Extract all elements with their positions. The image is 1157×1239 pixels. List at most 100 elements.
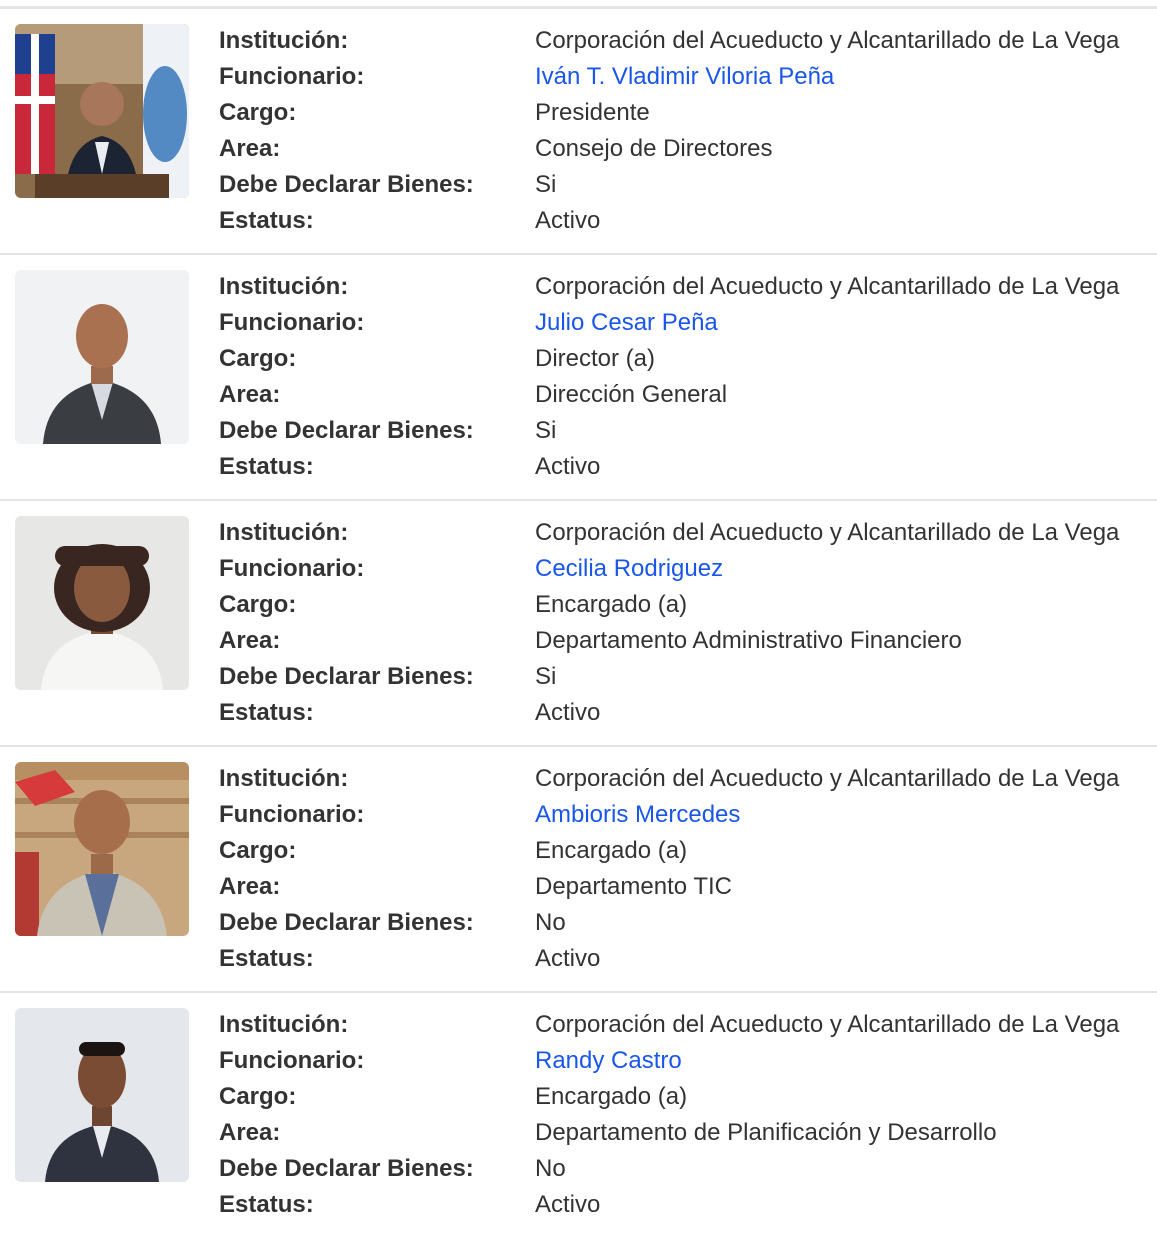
funcionario-link[interactable]: Julio Cesar Peña [535,305,718,341]
area-row: Area: Departamento TIC [219,869,1149,905]
institucion-row: Institución: Corporación del Acueducto y… [219,761,1149,797]
debe-declarar-label: Debe Declarar Bienes: [219,171,474,198]
cargo-row: Cargo: Encargado (a) [219,587,1149,623]
funcionario-label: Funcionario: [219,801,365,828]
estatus-row: Estatus: Activo [219,449,1149,485]
estatus-label: Estatus: [219,207,314,234]
funcionario-row: Funcionario: Iván T. Vladimir Viloria Pe… [219,59,1149,95]
official-photo [15,1008,189,1182]
official-record: Institución: Corporación del Acueducto y… [0,9,1157,255]
debe-declarar-label: Debe Declarar Bienes: [219,663,474,690]
cargo-value: Director (a) [535,345,656,372]
funcionario-link[interactable]: Ambioris Mercedes [535,797,740,833]
debe-declarar-row: Debe Declarar Bienes: Si [219,413,1149,449]
official-photo [15,762,189,936]
debe-declarar-label: Debe Declarar Bienes: [219,1155,474,1182]
institucion-row: Institución: Corporación del Acueducto y… [219,1007,1149,1043]
area-label: Area: [219,381,281,408]
estatus-value: Activo [535,1191,601,1218]
institucion-value: Corporación del Acueducto y Alcantarilla… [535,765,1120,792]
institucion-label: Institución: [219,765,349,792]
cargo-label: Cargo: [219,99,297,126]
funcionario-label: Funcionario: [219,555,365,582]
estatus-row: Estatus: Activo [219,203,1149,239]
area-row: Area: Departamento Administrativo Financ… [219,623,1149,659]
estatus-label: Estatus: [219,1191,314,1218]
debe-declarar-row: Debe Declarar Bienes: No [219,1151,1149,1187]
official-details: Institución: Corporación del Acueducto y… [219,23,1149,239]
institucion-row: Institución: Corporación del Acueducto y… [219,515,1149,551]
cargo-row: Cargo: Encargado (a) [219,833,1149,869]
official-details: Institución: Corporación del Acueducto y… [219,1007,1149,1223]
official-details: Institución: Corporación del Acueducto y… [219,515,1149,731]
estatus-value: Activo [535,207,601,234]
institucion-row: Institución: Corporación del Acueducto y… [219,23,1149,59]
estatus-value: Activo [535,699,601,726]
funcionario-row: Funcionario: Ambioris Mercedes [219,797,1149,833]
estatus-label: Estatus: [219,699,314,726]
area-value: Consejo de Directores [535,135,773,162]
funcionario-link[interactable]: Randy Castro [535,1043,682,1079]
funcionario-label: Funcionario: [219,63,365,90]
debe-declarar-row: Debe Declarar Bienes: No [219,905,1149,941]
institucion-value: Corporación del Acueducto y Alcantarilla… [535,27,1120,54]
official-record: Institución: Corporación del Acueducto y… [0,993,1157,1239]
area-row: Area: Dirección General [219,377,1149,413]
debe-declarar-value: Si [535,171,557,198]
cargo-value: Encargado (a) [535,591,688,618]
officials-list: Institución: Corporación del Acueducto y… [0,9,1157,1239]
funcionario-label: Funcionario: [219,309,365,336]
area-value: Departamento Administrativo Financiero [535,627,962,654]
institucion-label: Institución: [219,27,349,54]
official-photo [15,24,189,198]
institucion-row: Institución: Corporación del Acueducto y… [219,269,1149,305]
estatus-label: Estatus: [219,453,314,480]
debe-declarar-row: Debe Declarar Bienes: Si [219,659,1149,695]
debe-declarar-value: No [535,1155,566,1182]
debe-declarar-value: No [535,909,566,936]
debe-declarar-value: Si [535,663,557,690]
cargo-label: Cargo: [219,837,297,864]
official-details: Institución: Corporación del Acueducto y… [219,761,1149,977]
area-label: Area: [219,873,281,900]
area-value: Dirección General [535,381,728,408]
area-label: Area: [219,1119,281,1146]
funcionario-link[interactable]: Iván T. Vladimir Viloria Peña [535,59,834,95]
cargo-value: Encargado (a) [535,1083,688,1110]
estatus-row: Estatus: Activo [219,695,1149,731]
cargo-value: Encargado (a) [535,837,688,864]
official-details: Institución: Corporación del Acueducto y… [219,269,1149,485]
debe-declarar-value: Si [535,417,557,444]
area-value: Departamento de Planificación y Desarrol… [535,1119,997,1146]
area-label: Area: [219,135,281,162]
estatus-row: Estatus: Activo [219,1187,1149,1223]
funcionario-label: Funcionario: [219,1047,365,1074]
cargo-row: Cargo: Presidente [219,95,1149,131]
funcionario-row: Funcionario: Randy Castro [219,1043,1149,1079]
cargo-row: Cargo: Encargado (a) [219,1079,1149,1115]
cargo-value: Presidente [535,99,650,126]
estatus-value: Activo [535,945,601,972]
institucion-value: Corporación del Acueducto y Alcantarilla… [535,273,1120,300]
estatus-value: Activo [535,453,601,480]
area-value: Departamento TIC [535,873,732,900]
funcionario-row: Funcionario: Julio Cesar Peña [219,305,1149,341]
area-label: Area: [219,627,281,654]
funcionario-link[interactable]: Cecilia Rodriguez [535,551,723,587]
debe-declarar-row: Debe Declarar Bienes: Si [219,167,1149,203]
area-row: Area: Consejo de Directores [219,131,1149,167]
cargo-label: Cargo: [219,345,297,372]
institucion-label: Institución: [219,1011,349,1038]
official-record: Institución: Corporación del Acueducto y… [0,747,1157,993]
official-record: Institución: Corporación del Acueducto y… [0,501,1157,747]
estatus-label: Estatus: [219,945,314,972]
cargo-label: Cargo: [219,591,297,618]
debe-declarar-label: Debe Declarar Bienes: [219,909,474,936]
debe-declarar-label: Debe Declarar Bienes: [219,417,474,444]
funcionario-row: Funcionario: Cecilia Rodriguez [219,551,1149,587]
cargo-label: Cargo: [219,1083,297,1110]
official-record: Institución: Corporación del Acueducto y… [0,255,1157,501]
institucion-label: Institución: [219,273,349,300]
area-row: Area: Departamento de Planificación y De… [219,1115,1149,1151]
cargo-row: Cargo: Director (a) [219,341,1149,377]
